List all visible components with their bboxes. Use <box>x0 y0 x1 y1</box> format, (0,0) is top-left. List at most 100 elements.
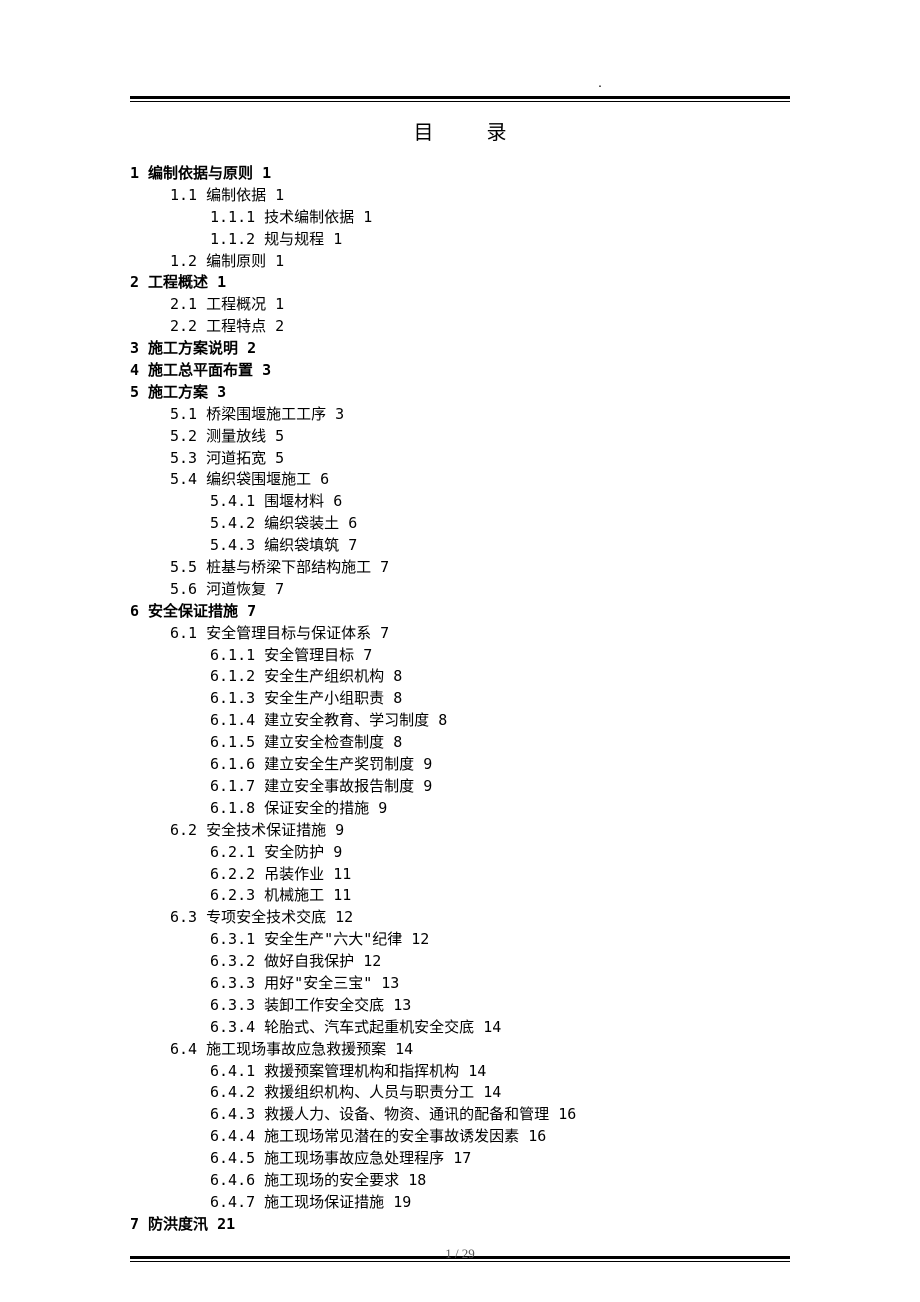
toc-entry-label: 6.2 安全技术保证措施 <box>170 821 326 839</box>
toc-entry: 5.3 河道拓宽 5 <box>170 448 790 470</box>
toc-entry-label: 5.4.3 编织袋填筑 <box>210 536 339 554</box>
toc-entry: 6.4.1 救援预案管理机构和指挥机构 14 <box>210 1061 790 1083</box>
toc-entry-label: 6.1.7 建立安全事故报告制度 <box>210 777 414 795</box>
toc-entry-page: 18 <box>399 1171 426 1189</box>
toc-entry-page: 12 <box>326 908 353 926</box>
toc-entry-page: 8 <box>429 711 447 729</box>
toc-entry-page: 1 <box>253 164 271 182</box>
toc-entry-page: 19 <box>384 1193 411 1211</box>
toc-entry-page: 14 <box>459 1062 486 1080</box>
toc-entry: 6.1.1 安全管理目标 7 <box>210 645 790 667</box>
toc-entry: 5.5 桩基与桥梁下部结构施工 7 <box>170 557 790 579</box>
toc-entry-page: 8 <box>384 689 402 707</box>
toc-entry-label: 5.2 测量放线 <box>170 427 266 445</box>
toc-entry-page: 9 <box>369 799 387 817</box>
toc-entry-label: 6.1.5 建立安全检查制度 <box>210 733 384 751</box>
toc-entry-page: 3 <box>208 383 226 401</box>
toc-entry-label: 6.4.4 施工现场常见潜在的安全事故诱发因素 <box>210 1127 519 1145</box>
toc-entry-page: 6 <box>339 514 357 532</box>
toc-entry-page: 16 <box>549 1105 576 1123</box>
toc-entry-label: 5.3 河道拓宽 <box>170 449 266 467</box>
toc-entry: 5 施工方案 3 <box>130 382 790 404</box>
page-title: 目 录 <box>130 116 790 145</box>
toc-entry-page: 16 <box>519 1127 546 1145</box>
toc-entry-page: 11 <box>324 886 351 904</box>
toc-entry-label: 1.1.1 技术编制依据 <box>210 208 354 226</box>
toc-entry: 6.2 安全技术保证措施 9 <box>170 820 790 842</box>
toc-entry-page: 3 <box>326 405 344 423</box>
toc-entry-label: 6.1.2 安全生产组织机构 <box>210 667 384 685</box>
toc-entry-page: 13 <box>384 996 411 1014</box>
top-rule <box>130 96 790 102</box>
document-page: . 目 录 1 编制依据与原则 11.1 编制依据 11.1.1 技术编制依据 … <box>0 0 920 1262</box>
toc-entry-page: 14 <box>474 1018 501 1036</box>
toc-entry-label: 2.2 工程特点 <box>170 317 266 335</box>
toc-entry: 5.4.1 围堰材料 6 <box>210 491 790 513</box>
toc-entry-page: 17 <box>444 1149 471 1167</box>
toc-entry-label: 5.4 编织袋围堰施工 <box>170 470 311 488</box>
toc-entry-page: 13 <box>372 974 399 992</box>
toc-entry: 1.2 编制原则 1 <box>170 251 790 273</box>
toc-entry-label: 2 工程概述 <box>130 273 208 291</box>
toc-entry: 6.3.1 安全生产"六大"纪律 12 <box>210 929 790 951</box>
toc-entry-label: 1.1.2 规与规程 <box>210 230 324 248</box>
toc-entry-label: 6.4.5 施工现场事故应急处理程序 <box>210 1149 444 1167</box>
toc-entry: 6.1.6 建立安全生产奖罚制度 9 <box>210 754 790 776</box>
toc-entry: 6.1.4 建立安全教育、学习制度 8 <box>210 710 790 732</box>
toc-entry-label: 2.1 工程概况 <box>170 295 266 313</box>
toc-entry: 1.1.1 技术编制依据 1 <box>210 207 790 229</box>
page-number: 1 / 29 <box>130 1246 790 1262</box>
toc-entry: 6.1.3 安全生产小组职责 8 <box>210 688 790 710</box>
toc-entry-page: 9 <box>326 821 344 839</box>
toc-entry-page: 14 <box>386 1040 413 1058</box>
toc-entry-label: 5.1 桥梁围堰施工工序 <box>170 405 326 423</box>
toc-entry: 5.2 测量放线 5 <box>170 426 790 448</box>
toc-entry-label: 3 施工方案说明 <box>130 339 238 357</box>
toc-entry-page: 2 <box>238 339 256 357</box>
toc-entry: 6.3 专项安全技术交底 12 <box>170 907 790 929</box>
toc-entry: 2.2 工程特点 2 <box>170 316 790 338</box>
toc-entry-page: 21 <box>208 1215 235 1233</box>
toc-entry-label: 6.4 施工现场事故应急救援预案 <box>170 1040 386 1058</box>
toc-entry-page: 1 <box>266 186 284 204</box>
toc-entry: 6.3.2 做好自我保护 12 <box>210 951 790 973</box>
toc-entry-label: 6.4.7 施工现场保证措施 <box>210 1193 384 1211</box>
toc-entry-label: 6 安全保证措施 <box>130 602 238 620</box>
toc-entry-label: 6.4.3 救援人力、设备、物资、通讯的配备和管理 <box>210 1105 549 1123</box>
toc-entry: 6.1.5 建立安全检查制度 8 <box>210 732 790 754</box>
toc-entry: 6.1 安全管理目标与保证体系 7 <box>170 623 790 645</box>
toc-entry-page: 9 <box>414 755 432 773</box>
toc-entry-label: 6.3 专项安全技术交底 <box>170 908 326 926</box>
toc-entry-label: 5.6 河道恢复 <box>170 580 266 598</box>
toc-entry-page: 8 <box>384 667 402 685</box>
toc-entry-page: 8 <box>384 733 402 751</box>
toc-entry-label: 6.4.1 救援预案管理机构和指挥机构 <box>210 1062 459 1080</box>
toc-entry-page: 12 <box>402 930 429 948</box>
toc-entry-label: 6.3.3 用好"安全三宝" <box>210 974 372 992</box>
toc-entry-page: 5 <box>266 427 284 445</box>
toc-entry-label: 6.1.1 安全管理目标 <box>210 646 354 664</box>
toc-entry: 6.2.3 机械施工 11 <box>210 885 790 907</box>
toc-entry: 6.4.6 施工现场的安全要求 18 <box>210 1170 790 1192</box>
toc-entry: 5.1 桥梁围堰施工工序 3 <box>170 404 790 426</box>
toc-entry-label: 6.1.4 建立安全教育、学习制度 <box>210 711 429 729</box>
toc-entry-page: 6 <box>324 492 342 510</box>
toc-entry: 3 施工方案说明 2 <box>130 338 790 360</box>
toc-entry-page: 6 <box>311 470 329 488</box>
toc-entry: 6.2.1 安全防护 9 <box>210 842 790 864</box>
table-of-contents: 1 编制依据与原则 11.1 编制依据 11.1.1 技术编制依据 11.1.2… <box>130 163 790 1236</box>
toc-entry-label: 6.2.2 吊装作业 <box>210 865 324 883</box>
toc-entry-label: 6.1 安全管理目标与保证体系 <box>170 624 371 642</box>
toc-entry: 6.4.4 施工现场常见潜在的安全事故诱发因素 16 <box>210 1126 790 1148</box>
toc-entry-label: 5.4.2 编织袋装土 <box>210 514 339 532</box>
toc-entry: 6.4.7 施工现场保证措施 19 <box>210 1192 790 1214</box>
toc-entry-label: 5.5 桩基与桥梁下部结构施工 <box>170 558 371 576</box>
header-mark: . <box>130 76 790 92</box>
toc-entry-page: 1 <box>266 295 284 313</box>
toc-entry-label: 1.1 编制依据 <box>170 186 266 204</box>
toc-entry-label: 1 编制依据与原则 <box>130 164 253 182</box>
toc-entry: 6.2.2 吊装作业 11 <box>210 864 790 886</box>
toc-entry-page: 2 <box>266 317 284 335</box>
toc-entry-page: 1 <box>324 230 342 248</box>
toc-entry-page: 5 <box>266 449 284 467</box>
